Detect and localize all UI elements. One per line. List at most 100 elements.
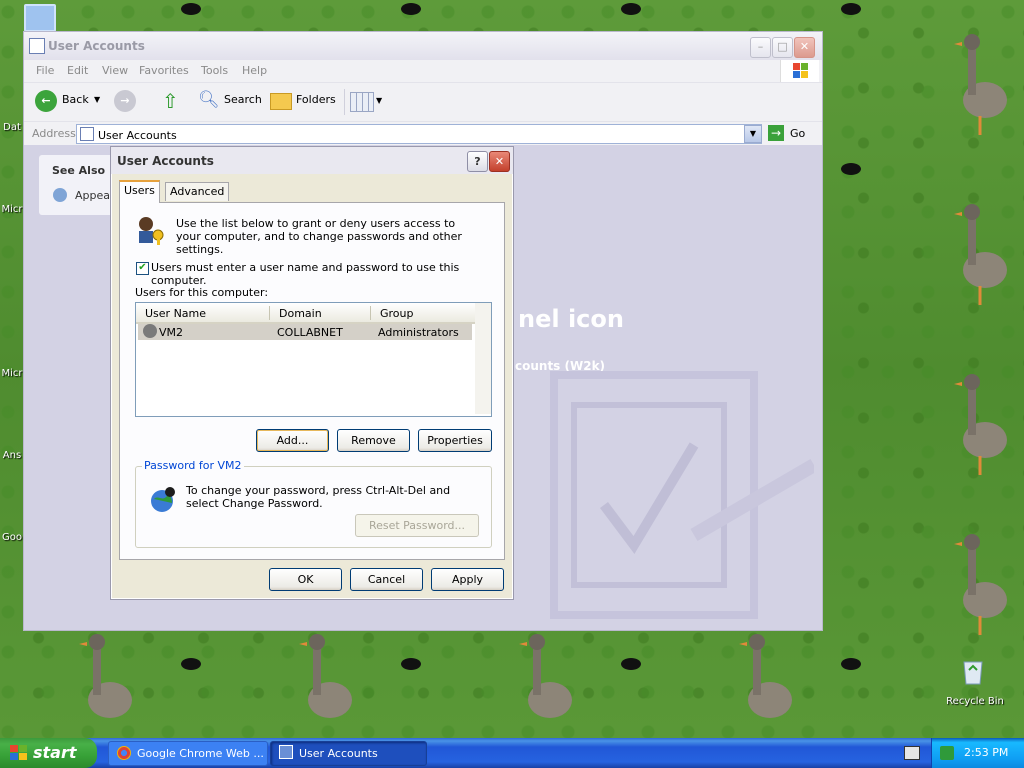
- menu-help[interactable]: Help: [242, 64, 267, 77]
- dialog-title: User Accounts: [117, 154, 214, 168]
- users-keys-icon: [139, 217, 164, 245]
- up-folder-icon[interactable]: ⇧: [162, 90, 184, 112]
- windows-flag-icon: [10, 745, 27, 760]
- back-button[interactable]: Back: [62, 93, 89, 106]
- my-computer-icon[interactable]: [24, 4, 56, 32]
- taskbar-chrome-label: Google Chrome Web ...: [137, 747, 264, 760]
- views-icon[interactable]: [350, 92, 374, 112]
- column-separator[interactable]: [269, 306, 270, 320]
- menu-view[interactable]: View: [102, 64, 128, 77]
- start-label: start: [33, 743, 77, 762]
- bird-image: [401, 3, 421, 15]
- desktop-icon-label[interactable]: Ans: [0, 450, 24, 461]
- forward-arrow-icon[interactable]: →: [114, 90, 136, 112]
- address-label: Address: [32, 127, 76, 140]
- start-button[interactable]: start: [0, 738, 97, 768]
- goose-image: [739, 634, 792, 718]
- control-panel-watermark-icon: [550, 371, 814, 619]
- cancel-button[interactable]: Cancel: [350, 568, 423, 591]
- back-arrow-icon[interactable]: ←: [35, 90, 57, 112]
- require-login-label[interactable]: Users must enter a user name and passwor…: [151, 261, 504, 287]
- desktop-icon-label[interactable]: Dat: [0, 122, 24, 133]
- dialog-titlebar[interactable]: User Accounts ? ✕: [111, 147, 513, 174]
- taskbar-user-accounts-label: User Accounts: [299, 747, 378, 760]
- goose-image: [519, 634, 572, 718]
- search-icon[interactable]: 🔍︎: [198, 90, 220, 110]
- desktop-icon-label[interactable]: Goo: [0, 532, 24, 543]
- address-dropdown-icon[interactable]: ▼: [744, 125, 762, 143]
- desktop-icon-label[interactable]: Micr: [0, 204, 24, 215]
- users-list[interactable]: User Name Domain Group VM2 COLLABNET Adm…: [135, 302, 492, 417]
- address-input[interactable]: User Accounts: [76, 124, 762, 144]
- require-login-checkbox[interactable]: ✔: [136, 262, 149, 275]
- reset-password-button[interactable]: Reset Password...: [355, 514, 479, 537]
- help-button[interactable]: ?: [467, 151, 488, 172]
- menu-favorites[interactable]: Favorites: [139, 64, 189, 77]
- row-group: Administrators: [378, 326, 459, 339]
- recycle-bin-icon[interactable]: [960, 658, 986, 686]
- globe-user-icon: [151, 487, 175, 512]
- goose-image: [954, 534, 1007, 635]
- appearance-icon: [53, 188, 67, 202]
- toolbar: ← Back ▼ → ⇧ 🔍︎ Search Folders ▼: [24, 83, 822, 122]
- menu-edit[interactable]: Edit: [67, 64, 88, 77]
- chrome-icon: [117, 746, 131, 760]
- bird-image: [841, 658, 861, 670]
- column-group[interactable]: Group: [380, 307, 414, 320]
- column-domain[interactable]: Domain: [279, 307, 322, 320]
- apply-button[interactable]: Apply: [431, 568, 504, 591]
- user-accounts-dialog: User Accounts ? ✕ Users Advanced Use the…: [110, 146, 514, 600]
- list-header: User Name Domain Group: [136, 303, 491, 324]
- network-icon[interactable]: [940, 746, 954, 760]
- menu-tools[interactable]: Tools: [201, 64, 228, 77]
- system-tray: 2:53 PM: [931, 738, 1024, 768]
- back-dropdown-icon[interactable]: ▼: [94, 95, 100, 104]
- tab-advanced[interactable]: Advanced: [165, 182, 230, 201]
- tab-users[interactable]: Users: [119, 180, 160, 203]
- minimize-button[interactable]: –: [750, 37, 771, 58]
- remove-button[interactable]: Remove: [337, 429, 410, 452]
- bird-image: [621, 658, 641, 670]
- go-button[interactable]: Go: [790, 127, 805, 140]
- goose-image: [79, 634, 132, 718]
- goose-image: [954, 374, 1007, 475]
- views-dropdown-icon[interactable]: ▼: [376, 96, 382, 105]
- properties-button[interactable]: Properties: [418, 429, 492, 452]
- add-button[interactable]: Add...: [256, 429, 329, 452]
- folders-icon[interactable]: [270, 93, 292, 110]
- recycle-bin-label[interactable]: Recycle Bin: [940, 696, 1010, 707]
- maximize-button[interactable]: □: [772, 37, 793, 58]
- see-also-panel: See Also Appear: [39, 155, 115, 215]
- user-accounts-icon: [29, 38, 45, 54]
- password-help-text: To change your password, press Ctrl-Alt-…: [186, 484, 451, 510]
- taskbar-chrome-button[interactable]: Google Chrome Web ...: [108, 741, 268, 766]
- goose-image: [954, 34, 1007, 135]
- clock[interactable]: 2:53 PM: [964, 746, 1008, 759]
- close-button[interactable]: ✕: [794, 37, 815, 58]
- recycle-bin-glyph: [963, 661, 983, 685]
- go-arrow-icon[interactable]: →: [768, 125, 784, 141]
- taskbar: start Google Chrome Web ... User Account…: [0, 738, 1024, 768]
- folders-button[interactable]: Folders: [296, 93, 336, 106]
- list-scrollbar[interactable]: [475, 303, 491, 414]
- dialog-close-button[interactable]: ✕: [489, 151, 510, 172]
- search-button[interactable]: Search: [224, 93, 262, 106]
- ok-button[interactable]: OK: [269, 568, 342, 591]
- table-row[interactable]: VM2 COLLABNET Administrators: [138, 324, 472, 340]
- user-accounts-icon: [279, 745, 293, 759]
- menu-file[interactable]: File: [36, 64, 54, 77]
- explorer-titlebar[interactable]: User Accounts – □ ✕: [24, 32, 822, 60]
- column-separator[interactable]: [370, 306, 371, 320]
- address-bar: Address User Accounts ▼ → Go: [24, 122, 822, 147]
- bird-image: [401, 658, 421, 670]
- desktop-icon-label[interactable]: Micr: [0, 368, 24, 379]
- column-user-name[interactable]: User Name: [145, 307, 206, 320]
- taskbar-user-accounts-button[interactable]: User Accounts: [270, 741, 427, 766]
- intro-text: Use the list below to grant or deny user…: [176, 217, 462, 256]
- user-accounts-icon: [80, 127, 94, 141]
- address-value: User Accounts: [98, 129, 177, 142]
- users-list-label: Users for this computer:: [135, 286, 269, 299]
- see-also-appearance-link[interactable]: Appear: [75, 189, 115, 202]
- keyboard-icon[interactable]: [904, 746, 920, 760]
- bird-image: [181, 3, 201, 15]
